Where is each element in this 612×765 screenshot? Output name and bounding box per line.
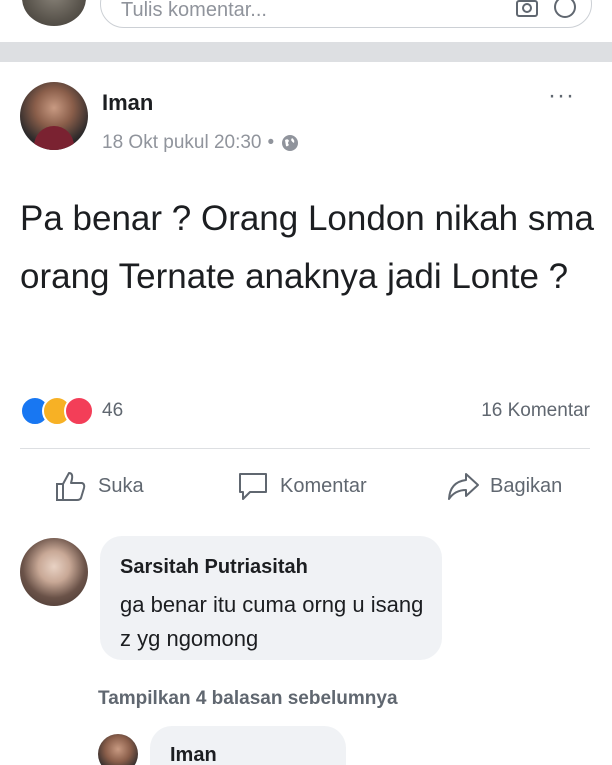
comment-composer-bar: Tulis komentar... [0, 0, 612, 42]
share-button-label: Bagikan [490, 474, 563, 497]
comment-bubble: Sarsitah Putriasitah ga benar itu cuma o… [100, 536, 442, 660]
reply-author-avatar[interactable] [98, 734, 138, 765]
comment-button[interactable]: Komentar [236, 470, 367, 502]
post-text: Pa benar ? Orang London nikah sma orang … [20, 199, 594, 296]
reaction-icons [20, 396, 94, 426]
emoji-icon[interactable] [553, 0, 577, 19]
like-button-label: Suka [98, 474, 144, 497]
post-meta: 18 Okt pukul 20:30 • [102, 132, 300, 154]
globe-icon [282, 135, 299, 151]
reaction-count: 46 [102, 400, 124, 421]
facebook-post-screen: Tulis komentar... Iman 18 Okt pukul 20:3… [0, 0, 612, 765]
comment-input[interactable]: Tulis komentar... [100, 0, 592, 28]
author-name[interactable]: Iman [102, 90, 153, 116]
like-button[interactable]: Suka [54, 470, 144, 502]
author-avatar[interactable] [20, 82, 88, 150]
post-card: Iman 18 Okt pukul 20:30 • ··· Pa benar ?… [0, 62, 612, 765]
camera-icon[interactable] [515, 0, 539, 19]
post-date[interactable]: 18 Okt pukul 20:30 [102, 132, 262, 154]
comment-icon [239, 473, 267, 500]
comment-button-label: Komentar [280, 474, 367, 497]
like-icon [56, 472, 86, 501]
actions-divider [20, 448, 590, 449]
meta-separator: • [267, 132, 275, 153]
reply-bubble: Iman [150, 726, 346, 765]
comment-text: ga benar itu cuma orng u isang z yg ngom… [120, 592, 424, 651]
composer-avatar [22, 0, 86, 26]
reply-author-name[interactable]: Iman [170, 744, 217, 765]
comment-input-placeholder: Tulis komentar... [121, 0, 267, 21]
composer-icons [515, 0, 577, 19]
view-previous-replies-link[interactable]: Tampilkan 4 balasan sebelumnya [98, 688, 398, 710]
reactions-summary[interactable]: 46 [20, 396, 123, 426]
commenter-avatar[interactable] [20, 538, 88, 606]
more-options-button[interactable]: ··· [548, 84, 575, 108]
share-icon [448, 473, 479, 500]
love-reaction-icon [64, 396, 94, 426]
comment-count[interactable]: 16 Komentar [481, 400, 590, 422]
commenter-name[interactable]: Sarsitah Putriasitah [120, 556, 308, 579]
share-button[interactable]: Bagikan [446, 470, 562, 502]
section-divider [0, 42, 612, 62]
